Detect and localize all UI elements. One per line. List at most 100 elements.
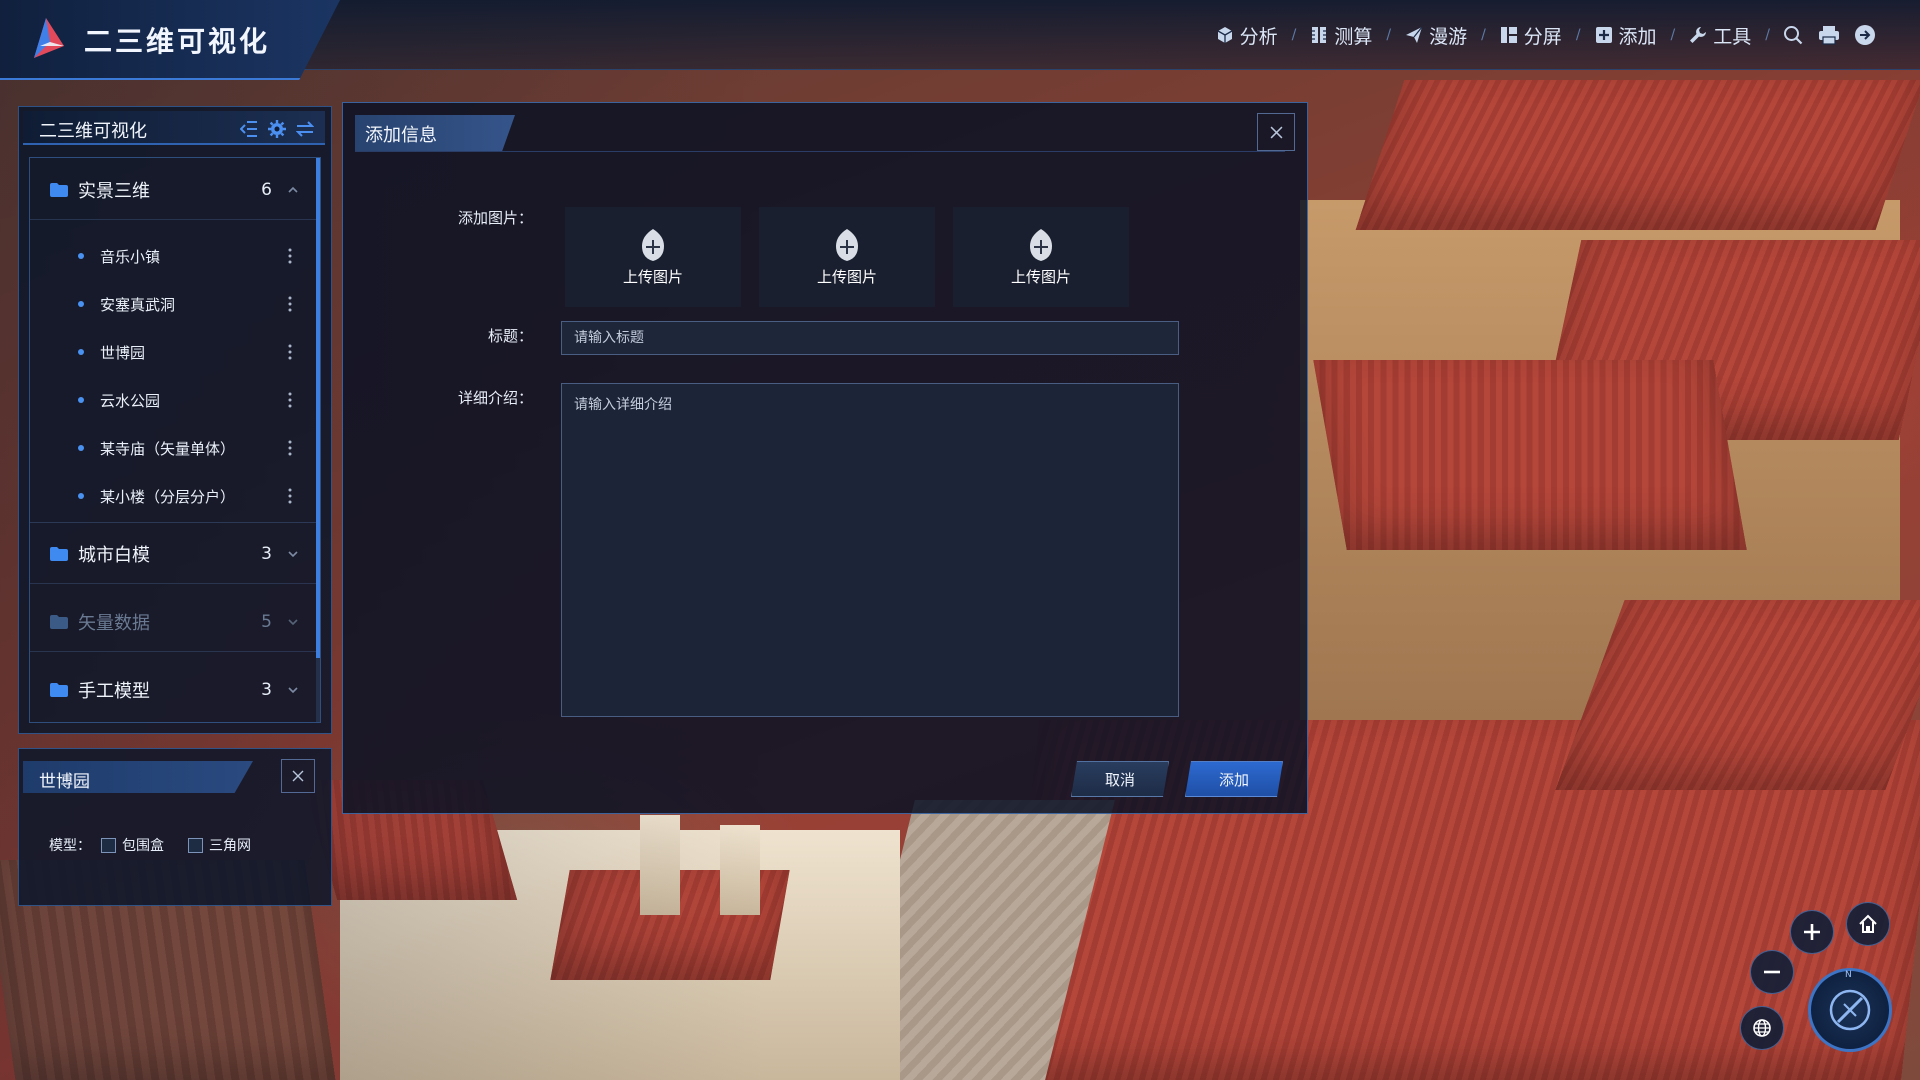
- plus-icon: [1804, 924, 1820, 940]
- zoom-in-button[interactable]: [1790, 910, 1834, 954]
- nav-separator: /: [1481, 27, 1486, 43]
- add-button[interactable]: 添加: [1185, 761, 1283, 797]
- app-logo-icon: [34, 18, 64, 58]
- triangle-mesh-checkbox[interactable]: [188, 837, 203, 853]
- collapse-button[interactable]: [239, 119, 259, 139]
- dialog-close-button[interactable]: [1257, 113, 1295, 151]
- bullet-icon: [78, 397, 84, 403]
- compass-icon: [1829, 989, 1871, 1031]
- bounding-box-checkbox[interactable]: [101, 837, 116, 853]
- group-count: 5: [261, 611, 272, 632]
- bullet-icon: [78, 493, 84, 499]
- nav-separator: /: [1670, 27, 1676, 43]
- upload-label: 上传图片: [816, 267, 877, 286]
- search-button[interactable]: [1778, 20, 1808, 50]
- layer-item[interactable]: 某寺庙（矢量单体）: [30, 424, 318, 472]
- detail-textarea[interactable]: [561, 383, 1179, 717]
- nav-split-screen[interactable]: 分屏: [1494, 22, 1568, 49]
- nav-measure[interactable]: 测算: [1304, 22, 1378, 49]
- property-close-button[interactable]: [281, 759, 315, 793]
- layer-group-实景三维[interactable]: 实景三维 6: [30, 160, 318, 220]
- minus-icon: [1764, 970, 1780, 974]
- group-count: 3: [261, 680, 272, 700]
- more-button[interactable]: [280, 486, 300, 506]
- bullet-icon: [78, 301, 84, 307]
- chevron-down-icon: [288, 687, 298, 694]
- layer-item-label: 某小楼（分层分户）: [100, 487, 236, 506]
- more-vertical-icon: [288, 344, 292, 360]
- nav-label: 分析: [1239, 25, 1278, 48]
- nav-add[interactable]: 添加: [1589, 22, 1663, 49]
- nav-tools[interactable]: 工具: [1683, 22, 1757, 49]
- layer-item[interactable]: 云水公园: [30, 376, 318, 424]
- nav-label: 漫游: [1429, 25, 1468, 48]
- brand-block: 二三维可视化: [0, 0, 340, 80]
- split-screen-icon: [1500, 27, 1517, 43]
- layer-item[interactable]: 音乐小镇: [30, 232, 318, 280]
- title-field-label: 标题：: [487, 327, 533, 345]
- divider: [30, 522, 318, 523]
- nav-separator: /: [1291, 27, 1297, 43]
- layer-item-label: 某寺庙（矢量单体）: [100, 439, 236, 458]
- ruler-icon: [1312, 27, 1327, 43]
- bullet-icon: [78, 349, 84, 355]
- layer-item[interactable]: 世博园: [30, 328, 318, 376]
- home-button[interactable]: [1846, 902, 1890, 946]
- compass-control[interactable]: [1808, 968, 1892, 1052]
- cancel-button[interactable]: 取消: [1071, 761, 1169, 797]
- layer-group-城市白模[interactable]: 城市白模 3: [30, 524, 318, 584]
- globe-button[interactable]: [1740, 1006, 1784, 1050]
- upload-image-slot-3[interactable]: 上传图片: [953, 207, 1129, 307]
- paper-plane-icon: [1406, 26, 1423, 43]
- gear-icon: [268, 120, 286, 138]
- more-button[interactable]: [280, 342, 300, 362]
- nav-label: 分屏: [1523, 25, 1562, 48]
- app-title: 二三维可视化: [84, 25, 271, 58]
- title-input[interactable]: [561, 321, 1179, 355]
- layer-item-label: 云水公园: [100, 391, 161, 410]
- home-icon: [1859, 914, 1877, 933]
- nav-separator: /: [1765, 27, 1770, 43]
- folder-icon: [50, 546, 68, 561]
- layer-tree: 实景三维 6 音乐小镇 安塞真武洞 世博园 云水公园 某寺庙（矢量单体） 某小楼…: [29, 157, 321, 723]
- layer-item[interactable]: 安塞真武洞: [30, 280, 318, 328]
- group-label: 城市白模: [78, 544, 150, 566]
- exit-button[interactable]: [1850, 20, 1880, 50]
- layer-group-矢量数据[interactable]: 矢量数据 5: [30, 592, 318, 652]
- more-button[interactable]: [280, 390, 300, 410]
- nav-label: 工具: [1713, 25, 1752, 48]
- more-button[interactable]: [280, 246, 300, 266]
- layer-panel: 二三维可视化 实景三维 6 音乐小镇 安塞真武洞 世博园 云水公园 某寺庙（矢量…: [18, 106, 332, 734]
- group-count: 3: [261, 543, 272, 564]
- layer-item-label: 世博园: [100, 343, 146, 362]
- nav-analysis[interactable]: 分析: [1210, 22, 1284, 49]
- print-button[interactable]: [1814, 20, 1844, 50]
- main-nav: 分析 / 测算 / 漫游 / 分屏 / 添加 / 工具 /: [1210, 20, 1880, 50]
- upload-image-slot-1[interactable]: 上传图片: [565, 207, 741, 307]
- more-vertical-icon: [288, 296, 292, 312]
- nav-roam[interactable]: 漫游: [1399, 22, 1473, 49]
- group-label: 矢量数据: [78, 612, 150, 634]
- settings-button[interactable]: [267, 119, 287, 139]
- layer-item-label: 音乐小镇: [100, 247, 161, 266]
- more-button[interactable]: [280, 294, 300, 314]
- search-icon: [1784, 26, 1803, 45]
- detail-field-label: 详细介绍：: [457, 389, 533, 407]
- zoom-out-button[interactable]: [1750, 950, 1794, 994]
- group-count: 6: [261, 179, 272, 200]
- print-icon: [1819, 26, 1839, 45]
- bounding-box-option[interactable]: 包围盒: [101, 835, 164, 855]
- more-vertical-icon: [288, 440, 292, 456]
- swap-button[interactable]: [295, 119, 315, 139]
- collapse-icon: [240, 121, 257, 137]
- nav-label: 添加: [1618, 25, 1657, 48]
- more-vertical-icon: [288, 248, 292, 264]
- layer-group-手工模型[interactable]: 手工模型 3: [30, 660, 318, 720]
- triangle-mesh-option[interactable]: 三角网: [188, 835, 251, 855]
- upload-image-slot-2[interactable]: 上传图片: [759, 207, 935, 307]
- layer-item[interactable]: 某小楼（分层分户）: [30, 472, 318, 520]
- top-bar: 二三维可视化 分析 / 测算 / 漫游 / 分屏 / 添加 / 工具 /: [0, 0, 1920, 80]
- folder-icon: [50, 614, 68, 629]
- more-button[interactable]: [280, 438, 300, 458]
- property-panel-title: 世博园: [39, 772, 90, 792]
